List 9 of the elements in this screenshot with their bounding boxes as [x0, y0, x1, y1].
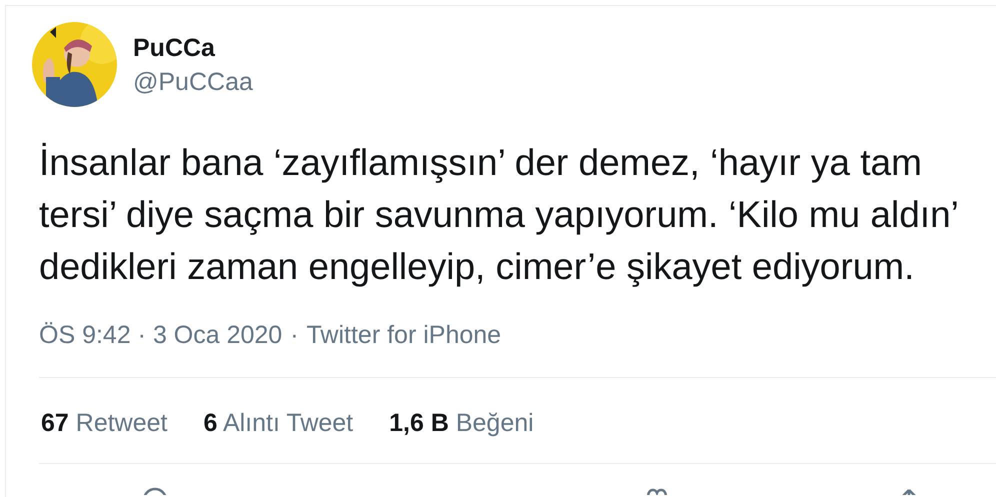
username[interactable]: @PuCCaa: [133, 66, 253, 96]
tweet-text: İnsanlar bana ‘zayıflamışsın’ der demez, ‘hayır ya tam tersi’ diye saçma bir savunma yapıyorum. ‘Kilo mu aldın’ dedikleri zaman engelleyip, cimer’e şikayet ediyorum.: [39, 141, 960, 289]
stat-link[interactable]: 67 Retweet: [41, 408, 168, 438]
separator-dot: ·: [290, 320, 299, 350]
stat-link[interactable]: 6 Alıntı Tweet: [203, 408, 354, 438]
display-name[interactable]: PuCCa: [133, 32, 253, 62]
tweet-source[interactable]: Twitter for iPhone: [306, 320, 502, 350]
tweet-timestamp[interactable]: ÖS 9:42 · 3 Oca 2020: [39, 320, 282, 350]
stat-link[interactable]: 1,6 B Beğeni: [389, 408, 534, 438]
